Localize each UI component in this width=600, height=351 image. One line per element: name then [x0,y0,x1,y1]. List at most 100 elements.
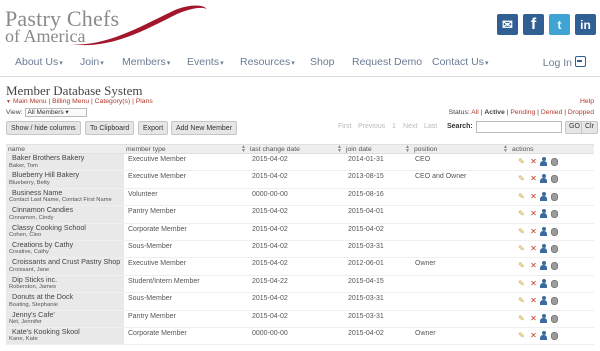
business-name[interactable]: Creations by Cathy [12,240,124,250]
email-icon[interactable]: ✉ [497,14,518,35]
clear-button[interactable]: Clr [581,121,598,134]
delete-x-icon[interactable]: ✕ [529,157,538,166]
database-icon[interactable] [550,314,559,323]
show-hide-columns-button[interactable]: Show / hide columns [6,121,81,135]
user-profile-icon[interactable] [539,330,548,340]
delete-x-icon[interactable]: ✕ [529,209,538,218]
delete-x-icon[interactable]: ✕ [529,279,538,288]
status-dropped-link[interactable]: Dropped [568,109,594,116]
edit-pencil-icon[interactable]: ✎ [517,296,526,305]
table-row[interactable]: Baker Brothers Bakery Baker, Tom Executi… [6,153,594,172]
business-name[interactable]: Dip Sticks inc. [12,275,124,285]
brand-logo[interactable]: Pastry Chefs of America [5,5,207,46]
delete-x-icon[interactable]: ✕ [529,314,538,323]
database-icon[interactable] [550,192,559,201]
table-row[interactable]: Business Name Contact Last Name, Contact… [6,188,594,207]
nav-contact-us[interactable]: Contact Us▾ [432,56,488,68]
edit-pencil-icon[interactable]: ✎ [517,157,526,166]
table-row[interactable]: Cinnamon Candies Cinnamon, Cindy Pantry … [6,206,594,224]
pager-previous[interactable]: Previous [358,123,385,130]
user-profile-icon[interactable] [539,278,548,288]
nav-join[interactable]: Join▾ [80,56,104,68]
database-icon[interactable] [550,296,559,306]
status-active-link[interactable]: Active [484,109,504,116]
user-profile-icon[interactable] [539,174,548,184]
database-icon[interactable] [550,174,559,184]
table-row[interactable]: Blueberry Hill Bakery Blueberry, Betty E… [6,171,594,189]
delete-x-icon[interactable]: ✕ [529,296,538,305]
user-profile-icon[interactable] [539,261,548,271]
database-icon[interactable] [550,244,559,253]
user-profile-icon[interactable] [539,157,548,166]
delete-x-icon[interactable]: ✕ [529,244,538,253]
status-denied-link[interactable]: Denied [541,109,563,116]
delete-x-icon[interactable]: ✕ [529,227,538,236]
pager-last[interactable]: Last [424,123,437,130]
user-profile-icon[interactable] [539,209,548,219]
database-icon[interactable] [550,261,559,271]
business-name[interactable]: Jenny's Cafe' [12,310,124,320]
edit-pencil-icon[interactable]: ✎ [517,227,526,236]
export-button[interactable]: Export [138,121,169,135]
business-name[interactable]: Donuts at the Dock [12,293,124,302]
database-icon[interactable] [550,279,559,288]
delete-x-icon[interactable]: ✕ [529,192,538,201]
user-profile-icon[interactable] [539,243,548,253]
database-icon[interactable] [550,209,559,219]
delete-x-icon[interactable]: ✕ [529,261,538,270]
login-link[interactable]: Log In [543,56,586,69]
edit-pencil-icon[interactable]: ✎ [517,174,526,183]
nav-shop[interactable]: Shop [310,56,335,68]
pager-next[interactable]: Next [403,123,417,130]
user-profile-icon[interactable] [539,191,548,201]
search-input[interactable] [476,121,562,133]
pager-first[interactable]: First [338,123,352,130]
edit-pencil-icon[interactable]: ✎ [517,279,526,288]
database-icon[interactable] [550,227,559,236]
table-row[interactable]: Jenny's Cafe' Net, Jennifer Pantry Membe… [6,310,594,328]
business-name[interactable]: Baker Brothers Bakery [12,153,124,163]
nav-request-demo[interactable]: Request Demo [352,56,422,68]
delete-x-icon[interactable]: ✕ [529,174,538,183]
edit-pencil-icon[interactable]: ✎ [517,331,526,340]
delete-x-icon[interactable]: ✕ [529,331,538,340]
business-name[interactable]: Classy Cooking School [12,223,124,233]
user-profile-icon[interactable] [539,226,548,236]
twitter-icon[interactable]: t [549,14,570,35]
user-profile-icon[interactable] [539,313,548,323]
nav-resources[interactable]: Resources▾ [240,56,295,68]
to-clipboard-button[interactable]: To Clipboard [85,121,135,135]
column-header-position[interactable]: position ▲ ▼ [412,145,510,154]
table-row[interactable]: Dip Sticks inc. Roberston, James Student… [6,275,594,294]
nav-about-us[interactable]: About Us▾ [15,56,63,68]
column-header-join-date[interactable]: join date ▲ ▼ [344,145,412,154]
edit-pencil-icon[interactable]: ✎ [517,314,526,323]
table-row[interactable]: Donuts at the Dock Boating, Stephanie So… [6,293,594,311]
linkedin-icon[interactable]: in [575,14,596,35]
table-row[interactable]: Creations by Cathy Creative, Cathy Sous-… [6,240,594,259]
edit-pencil-icon[interactable]: ✎ [517,192,526,201]
view-select[interactable]: All Members ▾ [24,108,87,117]
nav-members[interactable]: Members▾ [122,56,170,68]
status-all-link[interactable]: All [471,109,479,116]
pager-page-number[interactable]: 1 [392,123,396,130]
database-icon[interactable] [550,157,559,166]
table-row[interactable]: Kate's Kooking Skool Kane, Kate Corporat… [6,327,594,346]
nav-events[interactable]: Events▾ [187,56,224,68]
submenu-links[interactable]: ▼ Main Menu | Billing Menu | Category(s) … [6,98,153,105]
business-name[interactable]: Business Name [12,188,124,198]
column-header-last-change-date[interactable]: last change date ▲ ▼ [248,145,344,154]
submenu-text[interactable]: Main Menu | Billing Menu | Category(s) |… [13,98,153,105]
edit-pencil-icon[interactable]: ✎ [517,244,526,253]
table-row[interactable]: Classy Cooking School Cohen, Cleo Corpor… [6,223,594,241]
table-row[interactable]: Croissants and Crust Pastry Shop Croissa… [6,258,594,276]
help-link[interactable]: Help [580,98,594,105]
status-pending-link[interactable]: Pending [510,109,535,116]
edit-pencil-icon[interactable]: ✎ [517,261,526,270]
edit-pencil-icon[interactable]: ✎ [517,209,526,218]
facebook-icon[interactable]: f [523,14,544,35]
database-icon[interactable] [550,331,559,340]
business-name[interactable]: Kate's Kooking Skool [12,327,124,337]
business-name[interactable]: Cinnamon Candies [12,206,124,215]
user-profile-icon[interactable] [539,296,548,306]
